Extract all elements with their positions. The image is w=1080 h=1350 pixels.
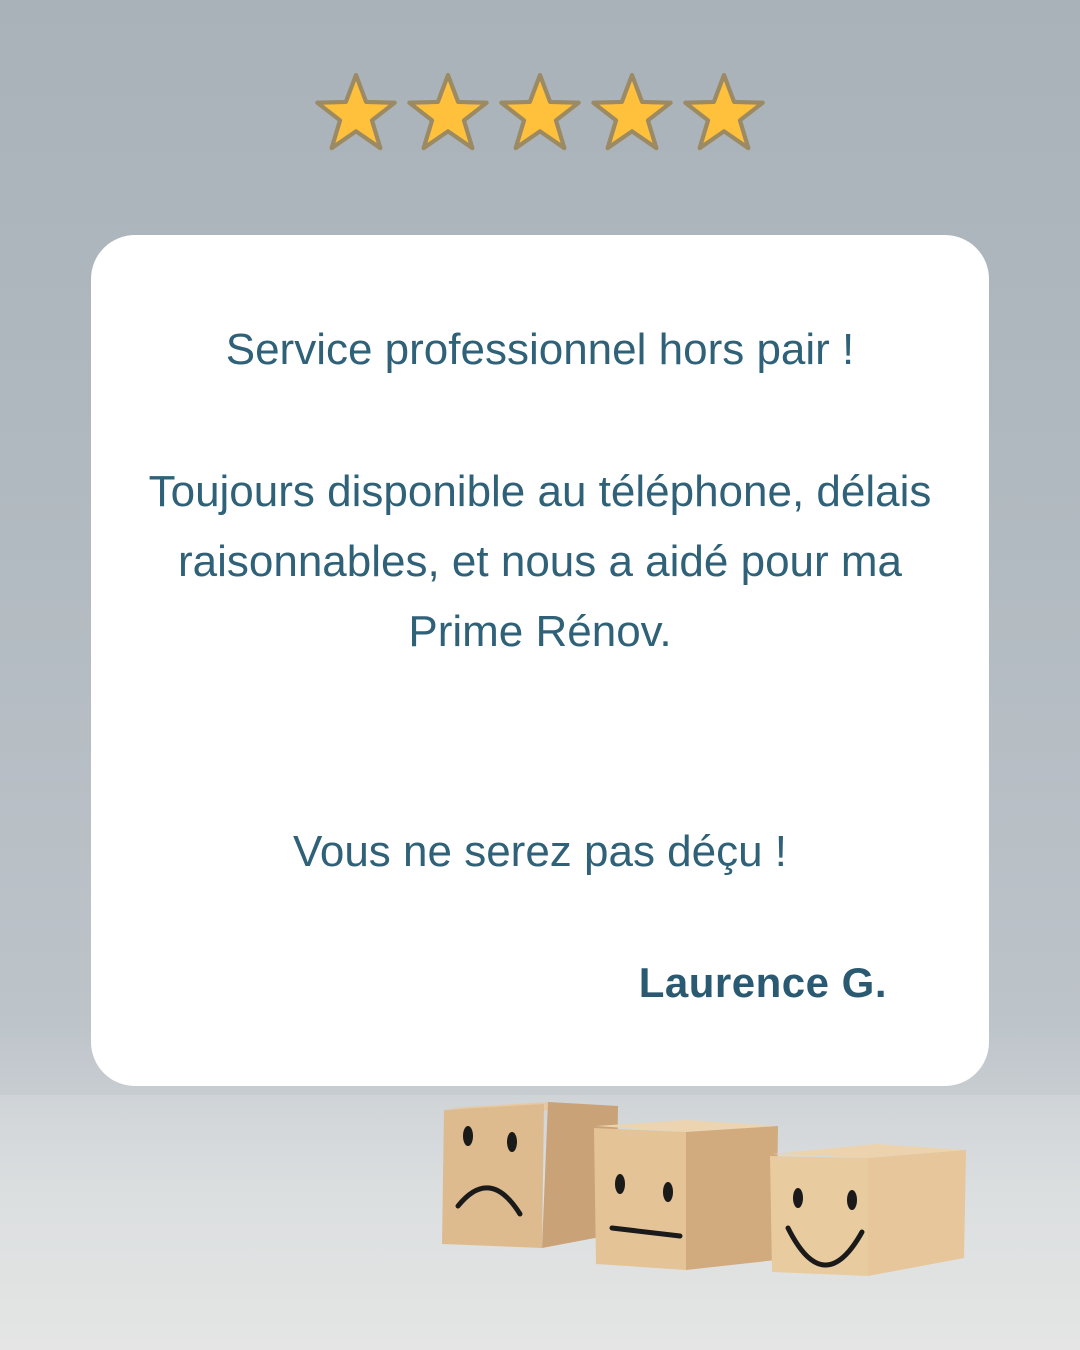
review-author: Laurence G. xyxy=(638,959,887,1006)
review-conclusion: Vous ne serez pas déçu ! xyxy=(292,827,788,876)
star-icon xyxy=(683,72,765,151)
neutral-face-cube-icon xyxy=(594,1120,778,1270)
happy-face-cube-icon xyxy=(770,1144,966,1276)
review-card: Service professionnel hors pair ! Toujou… xyxy=(91,235,989,1086)
star-icon xyxy=(315,72,397,151)
star-icon xyxy=(499,72,581,151)
star-icon xyxy=(407,72,489,151)
review-headline: Service professionnel hors pair ! xyxy=(225,325,855,374)
review-body: Toujours disponible au téléphone, délais… xyxy=(148,467,932,656)
star-rating xyxy=(0,70,1080,154)
star-icon xyxy=(591,72,673,151)
